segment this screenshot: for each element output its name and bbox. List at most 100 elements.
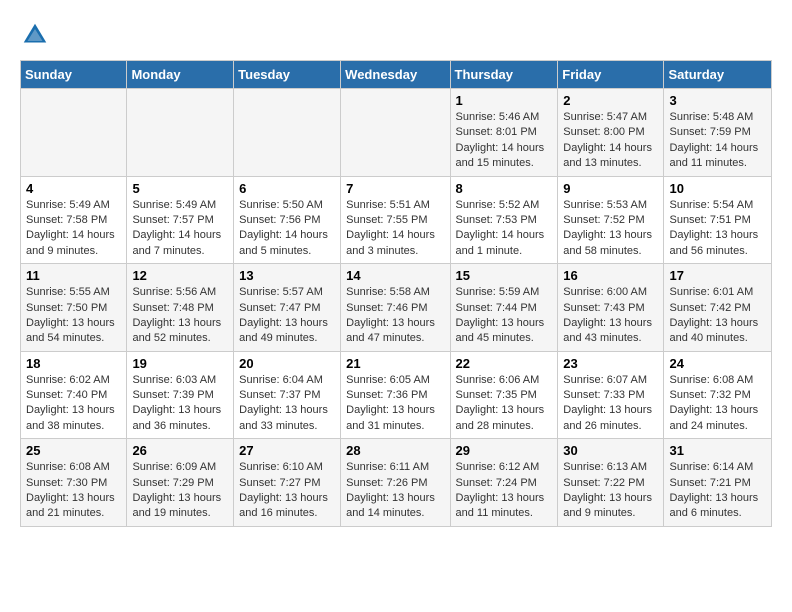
weekday-header-wednesday: Wednesday bbox=[341, 61, 450, 89]
calendar-cell: 13Sunrise: 5:57 AMSunset: 7:47 PMDayligh… bbox=[234, 264, 341, 352]
day-info: Sunrise: 5:47 AMSunset: 8:00 PMDaylight:… bbox=[563, 110, 658, 172]
day-info: Sunrise: 6:05 AMSunset: 7:36 PMDaylight:… bbox=[346, 373, 444, 435]
calendar-cell: 21 Sunrise: 6:05 AMSunset: 7:36 PMDayligh… bbox=[341, 351, 450, 439]
day-number: 12 bbox=[132, 268, 228, 283]
calendar-cell bbox=[127, 89, 234, 177]
week-row-3: 11 Sunrise: 5:55 AMSunset: 7:50 PMDayligh… bbox=[21, 264, 772, 352]
day-info: Sunrise: 5:52 AMSunset: 7:53 PMDaylight:… bbox=[456, 198, 553, 260]
day-number: 9 bbox=[563, 181, 658, 196]
calendar-cell: 7 Sunrise: 5:51 AMSunset: 7:55 PMDaylight… bbox=[341, 176, 450, 264]
calendar-cell: 15Sunrise: 5:59 AMSunset: 7:44 PMDayligh… bbox=[450, 264, 558, 352]
calendar-cell: 4 Sunrise: 5:49 AMSunset: 7:58 PMDaylight… bbox=[21, 176, 127, 264]
week-row-2: 4 Sunrise: 5:49 AMSunset: 7:58 PMDaylight… bbox=[21, 176, 772, 264]
day-number: 21 bbox=[346, 356, 444, 371]
weekday-header-saturday: Saturday bbox=[664, 61, 772, 89]
day-number: 18 bbox=[26, 356, 121, 371]
day-info: Sunrise: 6:13 AMSunset: 7:22 PMDaylight:… bbox=[563, 460, 658, 522]
day-number: 16 bbox=[563, 268, 658, 283]
day-info: Sunrise: 6:06 AMSunset: 7:35 PMDaylight:… bbox=[456, 373, 553, 435]
weekday-header-row: SundayMondayTuesdayWednesdayThursdayFrid… bbox=[21, 61, 772, 89]
calendar-cell bbox=[21, 89, 127, 177]
calendar-cell: 29Sunrise: 6:12 AMSunset: 7:24 PMDayligh… bbox=[450, 439, 558, 527]
calendar-cell: 31 Sunrise: 6:14 AMSunset: 7:21 PMDayligh… bbox=[664, 439, 772, 527]
day-info: Sunrise: 5:48 AMSunset: 7:59 PMDaylight:… bbox=[669, 110, 766, 172]
day-number: 2 bbox=[563, 93, 658, 108]
day-info: Sunrise: 6:01 AMSunset: 7:42 PMDaylight:… bbox=[669, 285, 766, 347]
logo-icon bbox=[20, 20, 50, 50]
day-info: Sunrise: 6:11 AMSunset: 7:26 PMDaylight:… bbox=[346, 460, 444, 522]
weekday-header-sunday: Sunday bbox=[21, 61, 127, 89]
day-number: 1 bbox=[456, 93, 553, 108]
day-number: 25 bbox=[26, 443, 121, 458]
day-info: Sunrise: 5:49 AMSunset: 7:57 PMDaylight:… bbox=[132, 198, 228, 260]
day-number: 24 bbox=[669, 356, 766, 371]
day-number: 3 bbox=[669, 93, 766, 108]
calendar-cell bbox=[341, 89, 450, 177]
calendar-cell: 12 Sunrise: 5:56 AMSunset: 7:48 PMDayligh… bbox=[127, 264, 234, 352]
day-number: 11 bbox=[26, 268, 121, 283]
day-info: Sunrise: 6:09 AMSunset: 7:29 PMDaylight:… bbox=[132, 460, 228, 522]
calendar-table: SundayMondayTuesdayWednesdayThursdayFrid… bbox=[20, 60, 772, 527]
day-info: Sunrise: 6:08 AMSunset: 7:32 PMDaylight:… bbox=[669, 373, 766, 435]
calendar-cell: 1 Sunrise: 5:46 AMSunset: 8:01 PMDaylight… bbox=[450, 89, 558, 177]
calendar-cell: 11 Sunrise: 5:55 AMSunset: 7:50 PMDayligh… bbox=[21, 264, 127, 352]
day-number: 27 bbox=[239, 443, 335, 458]
calendar-cell: 19 Sunrise: 6:03 AMSunset: 7:39 PMDayligh… bbox=[127, 351, 234, 439]
day-number: 8 bbox=[456, 181, 553, 196]
day-number: 14 bbox=[346, 268, 444, 283]
day-info: Sunrise: 5:49 AMSunset: 7:58 PMDaylight:… bbox=[26, 198, 121, 260]
day-info: Sunrise: 6:07 AMSunset: 7:33 PMDaylight:… bbox=[563, 373, 658, 435]
day-info: Sunrise: 5:55 AMSunset: 7:50 PMDaylight:… bbox=[26, 285, 121, 347]
calendar-cell: 22 Sunrise: 6:06 AMSunset: 7:35 PMDayligh… bbox=[450, 351, 558, 439]
day-info: Sunrise: 5:53 AMSunset: 7:52 PMDaylight:… bbox=[563, 198, 658, 260]
calendar-cell: 10 Sunrise: 5:54 AMSunset: 7:51 PMDayligh… bbox=[664, 176, 772, 264]
day-number: 20 bbox=[239, 356, 335, 371]
calendar-cell: 28 Sunrise: 6:11 AMSunset: 7:26 PMDayligh… bbox=[341, 439, 450, 527]
calendar-cell: 2 Sunrise: 5:47 AMSunset: 8:00 PMDaylight… bbox=[558, 89, 664, 177]
calendar-cell: 23 Sunrise: 6:07 AMSunset: 7:33 PMDayligh… bbox=[558, 351, 664, 439]
calendar-cell: 24 Sunrise: 6:08 AMSunset: 7:32 PMDayligh… bbox=[664, 351, 772, 439]
day-number: 26 bbox=[132, 443, 228, 458]
day-number: 5 bbox=[132, 181, 228, 196]
calendar-cell: 17 Sunrise: 6:01 AMSunset: 7:42 PMDayligh… bbox=[664, 264, 772, 352]
day-number: 15 bbox=[456, 268, 553, 283]
day-number: 19 bbox=[132, 356, 228, 371]
day-number: 17 bbox=[669, 268, 766, 283]
day-info: Sunrise: 5:50 AMSunset: 7:56 PMDaylight:… bbox=[239, 198, 335, 260]
calendar-cell: 20Sunrise: 6:04 AMSunset: 7:37 PMDayligh… bbox=[234, 351, 341, 439]
day-number: 30 bbox=[563, 443, 658, 458]
calendar-cell: 27Sunrise: 6:10 AMSunset: 7:27 PMDayligh… bbox=[234, 439, 341, 527]
calendar-cell: 16 Sunrise: 6:00 AMSunset: 7:43 PMDayligh… bbox=[558, 264, 664, 352]
day-number: 29 bbox=[456, 443, 553, 458]
calendar-cell: 8 Sunrise: 5:52 AMSunset: 7:53 PMDaylight… bbox=[450, 176, 558, 264]
day-info: Sunrise: 5:54 AMSunset: 7:51 PMDaylight:… bbox=[669, 198, 766, 260]
day-info: Sunrise: 5:46 AMSunset: 8:01 PMDaylight:… bbox=[456, 110, 553, 172]
week-row-5: 25 Sunrise: 6:08 AMSunset: 7:30 PMDayligh… bbox=[21, 439, 772, 527]
day-number: 4 bbox=[26, 181, 121, 196]
day-number: 23 bbox=[563, 356, 658, 371]
day-info: Sunrise: 5:57 AMSunset: 7:47 PMDaylight:… bbox=[239, 285, 335, 347]
day-number: 10 bbox=[669, 181, 766, 196]
weekday-header-thursday: Thursday bbox=[450, 61, 558, 89]
calendar-cell: 9 Sunrise: 5:53 AMSunset: 7:52 PMDaylight… bbox=[558, 176, 664, 264]
day-number: 7 bbox=[346, 181, 444, 196]
week-row-4: 18 Sunrise: 6:02 AMSunset: 7:40 PMDayligh… bbox=[21, 351, 772, 439]
calendar-cell: 18 Sunrise: 6:02 AMSunset: 7:40 PMDayligh… bbox=[21, 351, 127, 439]
day-info: Sunrise: 6:00 AMSunset: 7:43 PMDaylight:… bbox=[563, 285, 658, 347]
day-number: 28 bbox=[346, 443, 444, 458]
logo bbox=[20, 20, 52, 50]
day-number: 22 bbox=[456, 356, 553, 371]
weekday-header-friday: Friday bbox=[558, 61, 664, 89]
calendar-cell: 25 Sunrise: 6:08 AMSunset: 7:30 PMDayligh… bbox=[21, 439, 127, 527]
calendar-cell: 3 Sunrise: 5:48 AMSunset: 7:59 PMDaylight… bbox=[664, 89, 772, 177]
calendar-cell: 26 Sunrise: 6:09 AMSunset: 7:29 PMDayligh… bbox=[127, 439, 234, 527]
day-info: Sunrise: 5:56 AMSunset: 7:48 PMDaylight:… bbox=[132, 285, 228, 347]
day-info: Sunrise: 6:02 AMSunset: 7:40 PMDaylight:… bbox=[26, 373, 121, 435]
calendar-cell: 6Sunrise: 5:50 AMSunset: 7:56 PMDaylight… bbox=[234, 176, 341, 264]
day-info: Sunrise: 6:14 AMSunset: 7:21 PMDaylight:… bbox=[669, 460, 766, 522]
day-info: Sunrise: 6:03 AMSunset: 7:39 PMDaylight:… bbox=[132, 373, 228, 435]
calendar-cell: 14Sunrise: 5:58 AMSunset: 7:46 PMDayligh… bbox=[341, 264, 450, 352]
day-number: 31 bbox=[669, 443, 766, 458]
day-info: Sunrise: 5:51 AMSunset: 7:55 PMDaylight:… bbox=[346, 198, 444, 260]
day-info: Sunrise: 6:08 AMSunset: 7:30 PMDaylight:… bbox=[26, 460, 121, 522]
